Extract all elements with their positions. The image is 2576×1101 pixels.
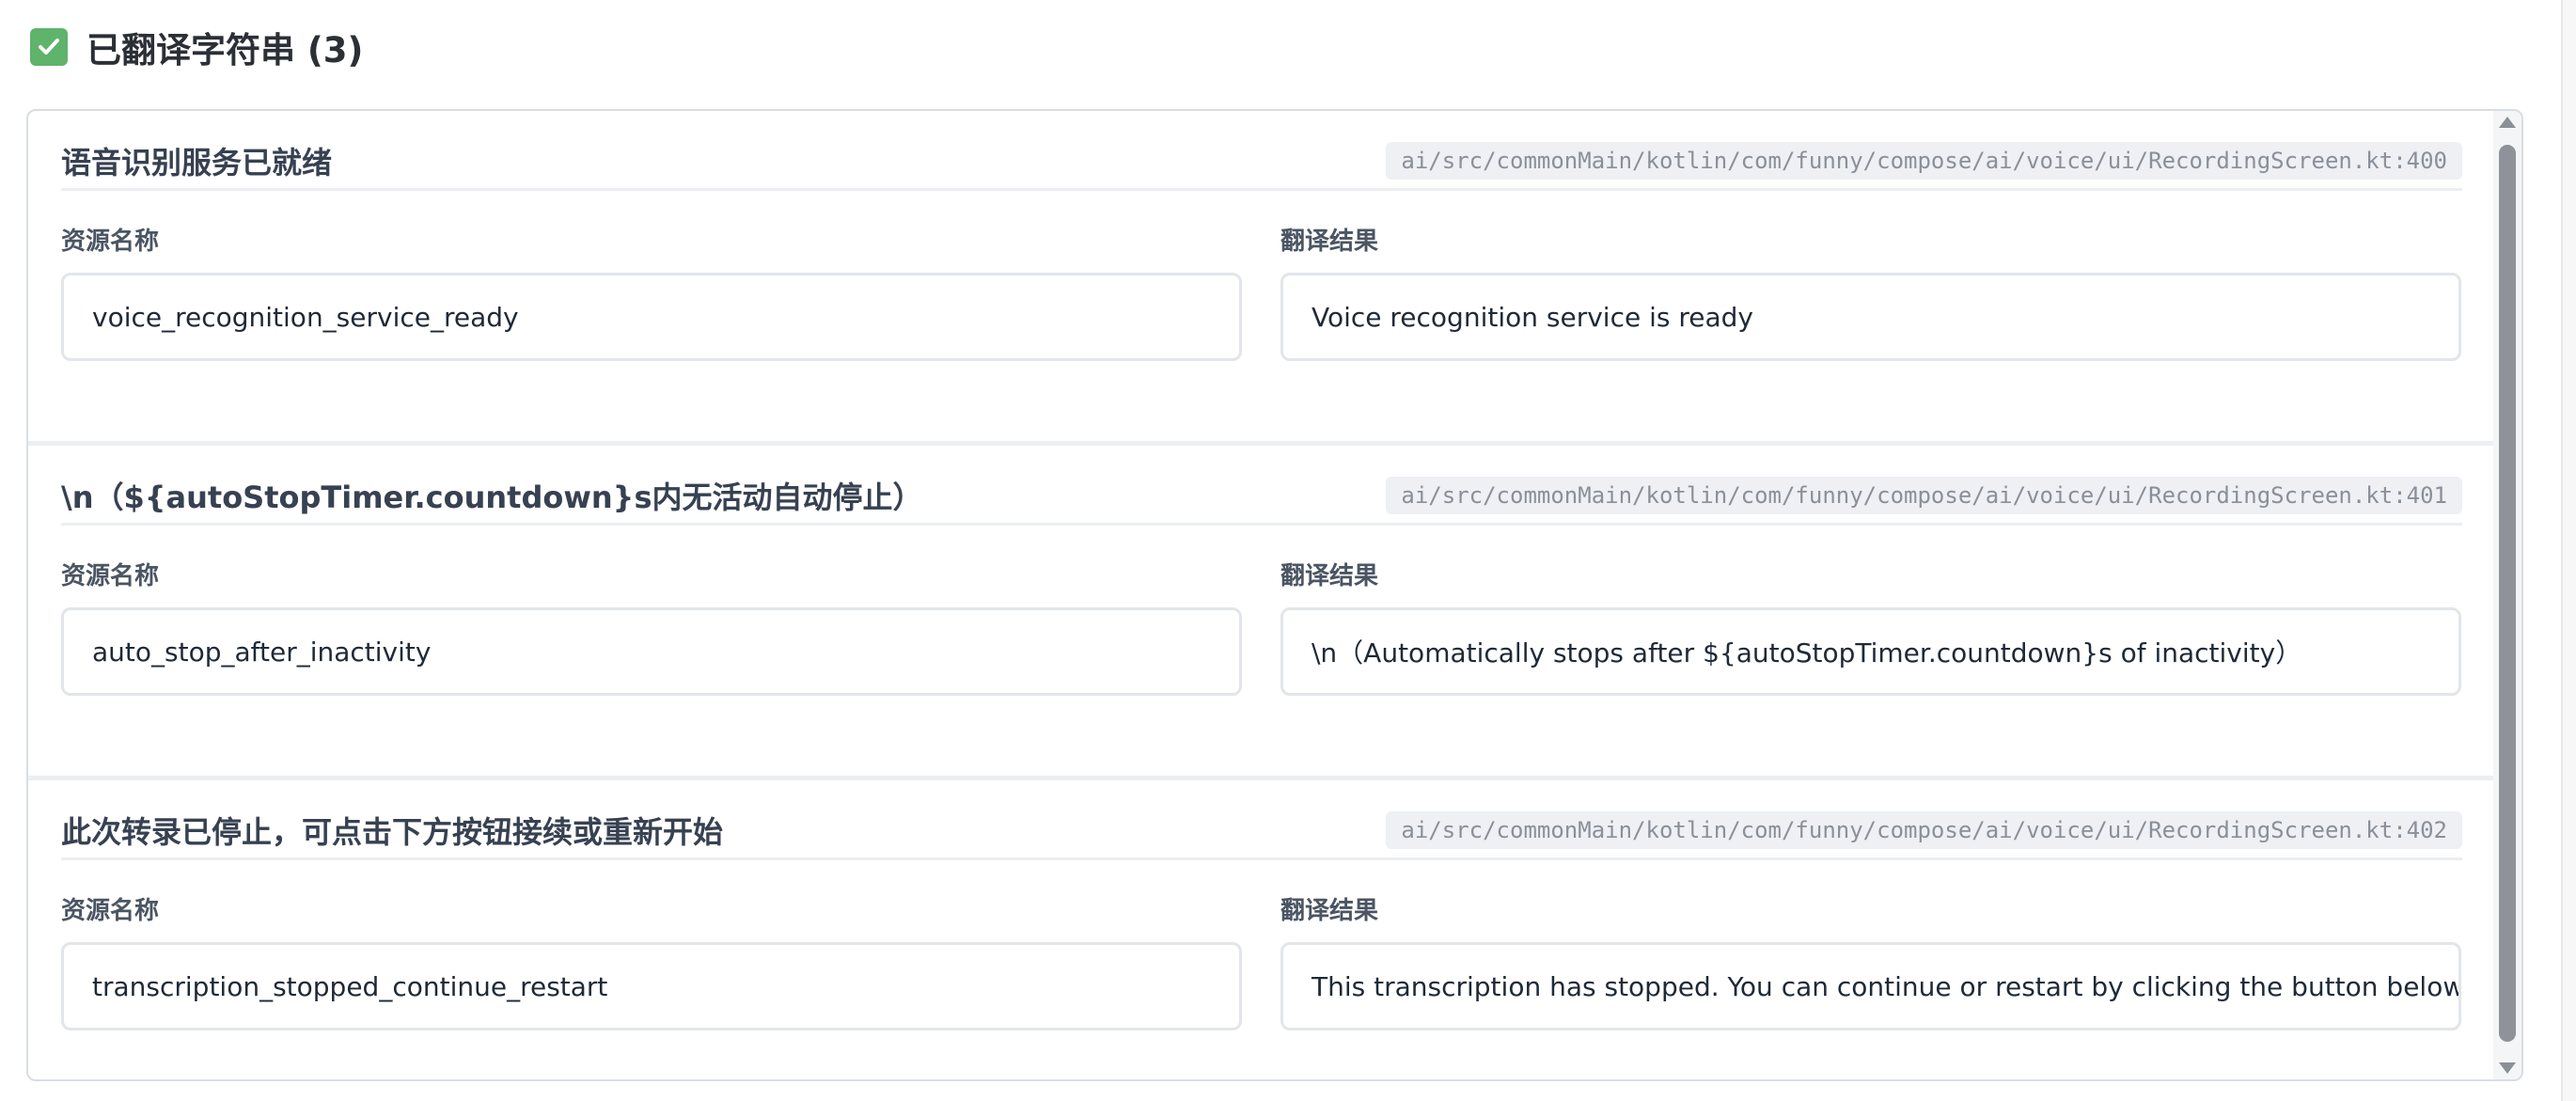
string-item-header: 语音识别服务已就绪 ai/src/commonMain/kotlin/com/f… — [61, 134, 2462, 191]
string-item: 此次转录已停止，可点击下方按钮接续或重新开始 ai/src/commonMain… — [28, 780, 2493, 1079]
page: 已翻译字符串 (3) 语音识别服务已就绪 ai/src/commonMain/k… — [0, 0, 2576, 1101]
file-path-badge: ai/src/commonMain/kotlin/com/funny/compo… — [1386, 811, 2462, 849]
source-string: 语音识别服务已就绪 — [61, 145, 333, 181]
translation-result-input[interactable]: This transcription has stopped. You can … — [1280, 942, 2461, 1030]
resource-name-input[interactable]: auto_stop_after_inactivity — [61, 607, 1242, 696]
translation-result-input[interactable]: Voice recognition service is ready — [1280, 273, 2461, 361]
section-header: 已翻译字符串 (3) — [30, 19, 363, 75]
resource-name-label: 资源名称 — [61, 897, 160, 925]
source-string: 此次转录已停止，可点击下方按钮接续或重新开始 — [61, 814, 724, 850]
scroll-up-arrow-icon[interactable] — [2499, 117, 2516, 128]
panel-scrollbar[interactable] — [2493, 111, 2521, 1079]
translated-strings-panel: 语音识别服务已就绪 ai/src/commonMain/kotlin/com/f… — [26, 109, 2523, 1081]
translation-result-label: 翻译结果 — [1280, 897, 1379, 925]
translated-strings-list[interactable]: 语音识别服务已就绪 ai/src/commonMain/kotlin/com/f… — [28, 111, 2493, 1079]
resource-name-field: 资源名称 auto_stop_after_inactivity — [61, 562, 1242, 696]
scroll-thumb[interactable] — [2499, 145, 2516, 1042]
string-item-header: \n（${autoStopTimer.countdown}s内无活动自动停止） … — [61, 468, 2462, 526]
resource-name-field: 资源名称 voice_recognition_service_ready — [61, 228, 1242, 361]
file-path-badge: ai/src/commonMain/kotlin/com/funny/compo… — [1386, 477, 2462, 514]
resource-name-label: 资源名称 — [61, 228, 160, 256]
window-scrollbar[interactable] — [2561, 0, 2576, 1101]
translation-result-field: 翻译结果 Voice recognition service is ready — [1280, 228, 2461, 361]
translation-result-field: 翻译结果 \n（Automatically stops after ${auto… — [1280, 562, 2461, 696]
translation-result-field: 翻译结果 This transcription has stopped. You… — [1280, 897, 2461, 1030]
string-item-header: 此次转录已停止，可点击下方按钮接续或重新开始 ai/src/commonMain… — [61, 803, 2462, 860]
translation-result-input[interactable]: \n（Automatically stops after ${autoStopT… — [1280, 607, 2461, 696]
string-item: 语音识别服务已就绪 ai/src/commonMain/kotlin/com/f… — [28, 111, 2493, 446]
checkmark-glyph-icon — [39, 39, 59, 55]
translation-result-label: 翻译结果 — [1280, 228, 1379, 256]
resource-name-input[interactable]: voice_recognition_service_ready — [61, 273, 1242, 361]
resource-name-input[interactable]: transcription_stopped_continue_restart — [61, 942, 1242, 1030]
resource-name-field: 资源名称 transcription_stopped_continue_rest… — [61, 897, 1242, 1030]
string-item: \n（${autoStopTimer.countdown}s内无活动自动停止） … — [28, 446, 2493, 780]
resource-name-label: 资源名称 — [61, 562, 160, 590]
translation-result-label: 翻译结果 — [1280, 562, 1379, 590]
section-title: 已翻译字符串 (3) — [86, 30, 364, 71]
scroll-down-arrow-icon[interactable] — [2499, 1062, 2516, 1074]
check-icon — [30, 28, 68, 66]
source-string: \n（${autoStopTimer.countdown}s内无活动自动停止） — [61, 480, 923, 515]
file-path-badge: ai/src/commonMain/kotlin/com/funny/compo… — [1386, 142, 2462, 180]
